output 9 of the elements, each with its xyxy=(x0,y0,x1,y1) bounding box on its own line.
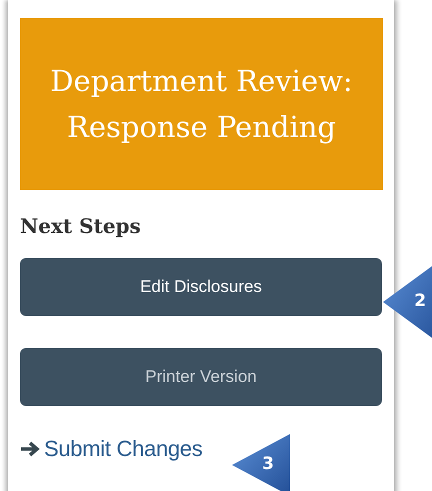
status-banner: Department Review: Response Pending xyxy=(20,18,383,190)
callout-triangle xyxy=(232,434,290,491)
callout-number: 3 xyxy=(262,454,274,474)
action-button[interactable]: Printer Version xyxy=(20,348,382,406)
action-button[interactable]: Edit Disclosures xyxy=(20,258,382,316)
arrow-icon xyxy=(20,441,40,457)
submit-link[interactable]: Submit Changes xyxy=(44,436,202,462)
section-heading: Next Steps xyxy=(20,214,142,238)
callout-number: 2 xyxy=(414,291,426,311)
